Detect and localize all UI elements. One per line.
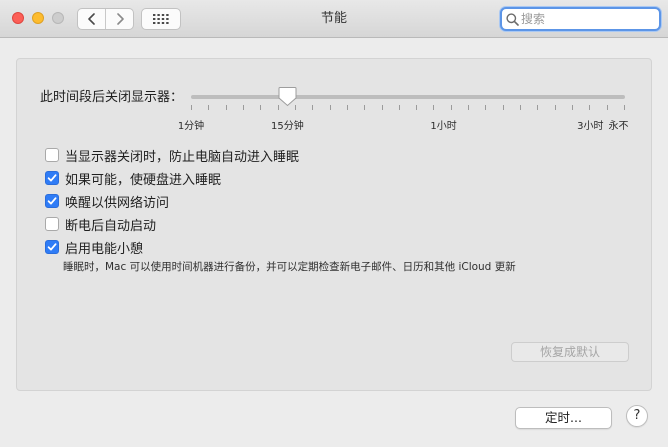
slider-tick bbox=[468, 105, 469, 110]
display-sleep-label: 此时间段后关闭显示器： bbox=[40, 90, 184, 105]
restore-defaults-button[interactable]: 恢复成默认 bbox=[511, 342, 629, 362]
display-sleep-slider-thumb[interactable] bbox=[278, 86, 297, 107]
checkmark-icon bbox=[47, 243, 57, 251]
energy-saver-panel: 此时间段后关闭显示器： 1分钟 15分钟 1小时 3小时 永不 当显示器关闭时，… bbox=[16, 58, 652, 391]
tick-label-1-minute: 1分钟 bbox=[177, 121, 205, 132]
slider-tick bbox=[364, 105, 365, 110]
title-bar: 节能 bbox=[0, 0, 668, 38]
option-label: 启用电能小憩 bbox=[65, 241, 144, 257]
close-window-button[interactable] bbox=[12, 12, 24, 24]
slider-tick bbox=[243, 105, 244, 110]
option-label: 如果可能，使硬盘进入睡眠 bbox=[65, 172, 222, 188]
option-label: 断电后自动启动 bbox=[65, 218, 157, 234]
slider-tick bbox=[520, 105, 521, 110]
slider-ticks bbox=[191, 105, 625, 111]
chevron-left-icon bbox=[87, 13, 95, 25]
search-icon bbox=[506, 12, 519, 26]
checkbox[interactable] bbox=[45, 171, 59, 185]
slider-tick bbox=[226, 105, 227, 110]
checkbox[interactable] bbox=[45, 240, 59, 254]
slider-tick bbox=[537, 105, 538, 110]
grid-icon bbox=[153, 14, 169, 24]
display-sleep-slider-track[interactable] bbox=[191, 95, 625, 99]
slider-tick bbox=[503, 105, 504, 110]
slider-tick bbox=[433, 105, 434, 110]
slider-tick bbox=[330, 105, 331, 110]
option-power-nap[interactable]: 启用电能小憩 bbox=[45, 238, 144, 257]
slider-tick bbox=[312, 105, 313, 110]
search-input[interactable] bbox=[521, 12, 641, 26]
slider-tick bbox=[382, 105, 383, 110]
chevron-right-icon bbox=[116, 13, 124, 25]
tick-label-1-hour: 1小时 bbox=[430, 121, 457, 132]
tick-label-3-hours: 3小时 bbox=[577, 121, 604, 132]
option-label: 当显示器关闭时，防止电脑自动进入睡眠 bbox=[65, 149, 300, 165]
slider-tick bbox=[399, 105, 400, 110]
tick-label-15-minutes: 15分钟 bbox=[270, 121, 304, 132]
search-field[interactable] bbox=[500, 7, 661, 31]
preferences-window: 节能 此时间段后关闭显示器： 1分钟 15分钟 1小时 3小时 永不 当显示器关… bbox=[0, 0, 668, 447]
option-label: 唤醒以供网络访问 bbox=[65, 195, 170, 211]
back-button[interactable] bbox=[78, 9, 105, 29]
checkmark-icon bbox=[47, 197, 57, 205]
checkbox[interactable] bbox=[45, 194, 59, 208]
minimize-window-button[interactable] bbox=[32, 12, 44, 24]
option-restart-after-power-failure[interactable]: 断电后自动启动 bbox=[45, 215, 157, 234]
checkmark-icon bbox=[47, 174, 57, 182]
slider-tick bbox=[624, 105, 625, 110]
help-button[interactable]: ? bbox=[626, 405, 648, 427]
slider-tick bbox=[416, 105, 417, 110]
slider-tick bbox=[191, 105, 192, 110]
power-nap-description: 睡眠时，Mac 可以使用时间机器进行备份，并可以定期检查新电子邮件、日历和其他 … bbox=[63, 261, 516, 273]
slider-tick bbox=[589, 105, 590, 110]
option-prevent-sleep[interactable]: 当显示器关闭时，防止电脑自动进入睡眠 bbox=[45, 146, 300, 165]
forward-button[interactable] bbox=[105, 9, 133, 29]
navigation-buttons bbox=[77, 8, 134, 30]
checkbox[interactable] bbox=[45, 217, 59, 231]
slider-tick bbox=[572, 105, 573, 110]
zoom-window-button[interactable] bbox=[52, 12, 64, 24]
slider-tick bbox=[451, 105, 452, 110]
show-all-button[interactable] bbox=[141, 8, 181, 30]
schedule-button[interactable]: 定时... bbox=[515, 407, 612, 429]
slider-tick bbox=[208, 105, 209, 110]
slider-tick bbox=[260, 105, 261, 110]
tick-label-never: 永不 bbox=[608, 121, 629, 132]
checkbox[interactable] bbox=[45, 148, 59, 162]
slider-tick bbox=[485, 105, 486, 110]
slider-tick bbox=[607, 105, 608, 110]
option-hard-disk-sleep[interactable]: 如果可能，使硬盘进入睡眠 bbox=[45, 169, 222, 188]
slider-tick bbox=[555, 105, 556, 110]
slider-tick bbox=[347, 105, 348, 110]
option-wake-for-network[interactable]: 唤醒以供网络访问 bbox=[45, 192, 170, 211]
